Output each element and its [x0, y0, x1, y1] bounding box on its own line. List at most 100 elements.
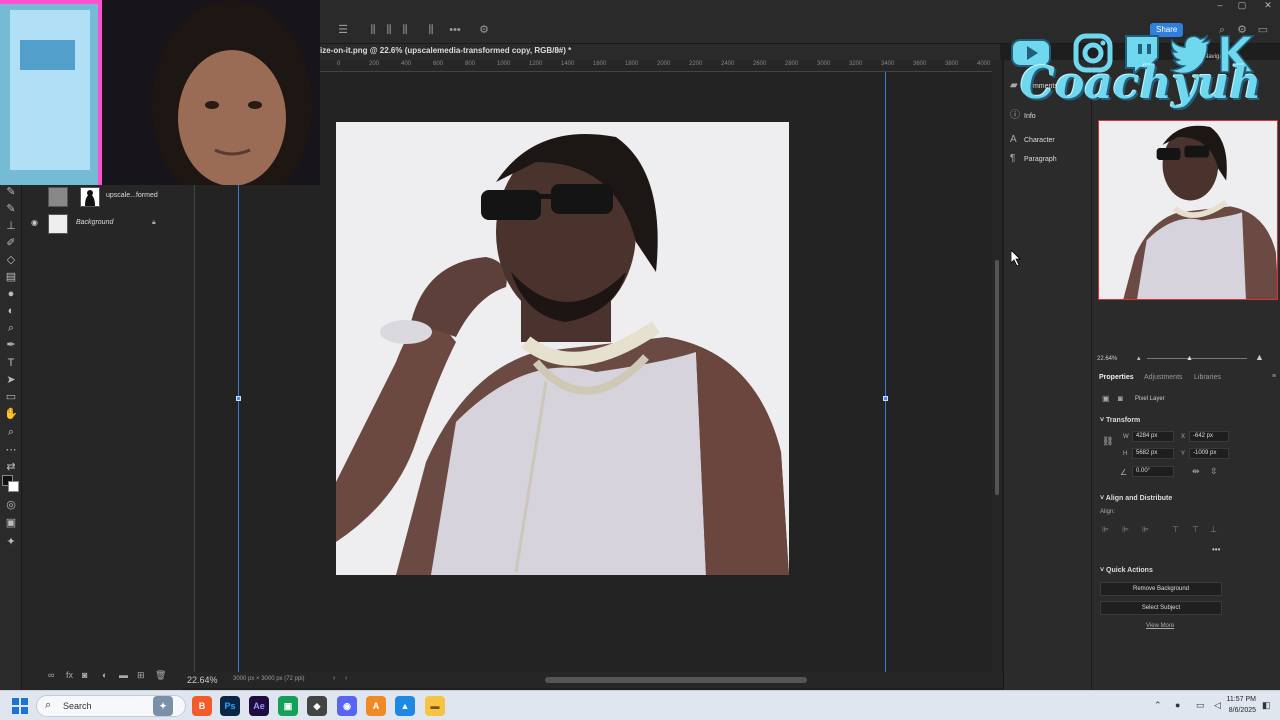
chevron-left-icon[interactable]: ‹: [345, 675, 347, 682]
remove-background-button[interactable]: Remove Background: [1100, 582, 1222, 596]
align-left-icon[interactable]: ⊫: [1102, 525, 1109, 534]
pencil-icon[interactable]: ✎: [4, 202, 18, 216]
align-section-title[interactable]: ˅ Align and Distribute: [1100, 495, 1172, 502]
adjustment-icon[interactable]: ◐: [102, 670, 107, 680]
more-tools-icon[interactable]: ⋯: [4, 443, 18, 457]
layer-row[interactable]: ◉ Background 🔒︎: [22, 212, 183, 236]
history-brush-icon[interactable]: ✐: [4, 236, 18, 250]
windows-start-icon[interactable]: [12, 698, 28, 714]
more-options-icon[interactable]: •••: [448, 24, 462, 36]
stamp-icon[interactable]: ⊥: [4, 219, 18, 233]
slider-knob[interactable]: ▲: [1186, 355, 1193, 362]
screen-mode-icon[interactable]: ▣: [4, 516, 18, 530]
zoom-level[interactable]: 22.64%: [187, 675, 218, 685]
photos-icon[interactable]: ▲: [395, 696, 415, 716]
affinity-icon[interactable]: A: [366, 696, 386, 716]
align-top-icon[interactable]: ⊤: [1172, 525, 1179, 534]
after-effects-icon[interactable]: Ae: [249, 696, 269, 716]
transform-section-title[interactable]: ˅ Transform: [1100, 417, 1140, 424]
transform-handle[interactable]: [883, 396, 888, 401]
guide-line-right[interactable]: [885, 72, 886, 672]
gear-icon[interactable]: ⚙: [477, 24, 491, 36]
mask-icon[interactable]: ◙: [82, 670, 87, 680]
brave-browser-icon[interactable]: B: [192, 696, 212, 716]
select-subject-button[interactable]: Select Subject: [1100, 601, 1222, 615]
horizontal-scrollbar-thumb[interactable]: [545, 677, 807, 683]
zoom-in-icon[interactable]: ▲: [1255, 352, 1264, 362]
panel-menu-icon[interactable]: ≡: [1272, 373, 1276, 380]
discord-icon[interactable]: ◉: [337, 696, 357, 716]
navigator-preview[interactable]: [1098, 120, 1278, 300]
chevron-right-icon[interactable]: ›: [333, 675, 335, 682]
view-more-link[interactable]: View More: [1146, 623, 1174, 629]
notification-icon[interactable]: ◧: [1262, 700, 1271, 711]
minimize-icon[interactable]: –: [1210, 0, 1230, 10]
vertical-scrollbar[interactable]: [992, 60, 1002, 672]
maximize-icon[interactable]: ▢: [1232, 0, 1252, 10]
background-color-swatch[interactable]: [8, 481, 19, 492]
rectangle-icon[interactable]: ▭: [4, 390, 18, 404]
pen-icon[interactable]: ✒: [4, 338, 18, 352]
navigator-zoom[interactable]: 22.64%: [1097, 356, 1117, 362]
path-select-icon[interactable]: ➤: [4, 373, 18, 387]
gradient-icon[interactable]: ▤: [4, 270, 18, 284]
align-center-icon[interactable]: ⊫: [1122, 525, 1129, 534]
align-left-icon[interactable]: ☰: [336, 24, 350, 36]
app-icon[interactable]: ▣: [278, 696, 298, 716]
layer-name[interactable]: Background: [76, 219, 113, 226]
lock-icon[interactable]: 🔒︎: [152, 219, 156, 227]
flip-vertical-icon[interactable]: ⇳: [1210, 466, 1218, 477]
align-bottom-icon[interactable]: ⫼: [398, 24, 412, 36]
dodge-icon[interactable]: ◐: [4, 304, 18, 318]
close-icon[interactable]: ✕: [1258, 0, 1278, 10]
more-icon[interactable]: •••: [1212, 545, 1220, 554]
align-middle-icon[interactable]: ⊤: [1192, 525, 1199, 534]
tab-adjustments[interactable]: Adjustments: [1144, 374, 1183, 381]
angle-field[interactable]: 0.00°: [1132, 466, 1174, 477]
flip-horizontal-icon[interactable]: ⇹: [1192, 466, 1200, 477]
trash-icon[interactable]: 🗑︎: [155, 670, 166, 681]
hand-icon[interactable]: ✋: [4, 407, 18, 421]
link-icon[interactable]: ∞: [48, 670, 54, 680]
document-image[interactable]: [336, 122, 789, 575]
photoshop-icon[interactable]: Ps: [220, 696, 240, 716]
microphone-icon[interactable]: ●: [1175, 700, 1180, 710]
volume-icon[interactable]: ◁: [1214, 700, 1221, 711]
close-tab-icon[interactable]: ×: [556, 46, 561, 55]
character-panel-button[interactable]: A Character: [1010, 134, 1055, 148]
layer-name[interactable]: upscale...formed: [106, 192, 158, 199]
align-right-icon[interactable]: ⊫: [1142, 525, 1149, 534]
transform-handle[interactable]: [236, 396, 241, 401]
widget-icon[interactable]: ✦: [153, 696, 173, 716]
blur-icon[interactable]: ●: [4, 287, 18, 301]
zoom-icon[interactable]: ⌕: [4, 425, 18, 439]
align-top-icon[interactable]: ⫼: [366, 24, 380, 36]
quick-actions-title[interactable]: ˅ Quick Actions: [1100, 567, 1153, 574]
height-field[interactable]: 5682 px: [1132, 448, 1174, 459]
navigator-zoom-slider[interactable]: [1147, 358, 1247, 359]
unity-icon[interactable]: ◆: [307, 696, 327, 716]
paragraph-panel-button[interactable]: ¶ Paragraph: [1010, 153, 1057, 167]
document-size[interactable]: 3000 px × 3000 px (72 ppi): [233, 676, 305, 682]
eye-icon[interactable]: ◉: [31, 218, 38, 227]
y-field[interactable]: -1009 px: [1189, 448, 1229, 459]
chevron-up-icon[interactable]: ⌃: [1154, 700, 1162, 711]
width-field[interactable]: 4284 px: [1132, 431, 1174, 442]
distribute-icon[interactable]: ⫼: [424, 24, 438, 36]
clock[interactable]: 11:57 PM 8/6/2025: [1227, 694, 1256, 716]
scrollbar-thumb[interactable]: [995, 260, 999, 495]
quick-mask-icon[interactable]: ◎: [4, 498, 18, 512]
x-field[interactable]: -642 px: [1189, 431, 1229, 442]
layer-row[interactable]: upscale...formed: [22, 185, 183, 209]
folder-icon[interactable]: ▬: [119, 670, 128, 680]
generative-icon[interactable]: ✦: [4, 535, 18, 549]
eraser-icon[interactable]: ◇: [4, 253, 18, 267]
zoom-tool-icon[interactable]: ⌕: [4, 321, 18, 335]
align-middle-icon[interactable]: ⫼: [382, 24, 396, 36]
document-tab[interactable]: ize-on-it.png @ 22.6% (upscalemedia-tran…: [320, 44, 1000, 60]
new-layer-icon[interactable]: ⊞: [137, 670, 145, 681]
type-icon[interactable]: T: [4, 356, 18, 370]
link-dimensions-icon[interactable]: ⛓: [1102, 436, 1113, 447]
brush-icon[interactable]: ✎: [4, 185, 18, 199]
tab-libraries[interactable]: Libraries: [1194, 374, 1221, 381]
